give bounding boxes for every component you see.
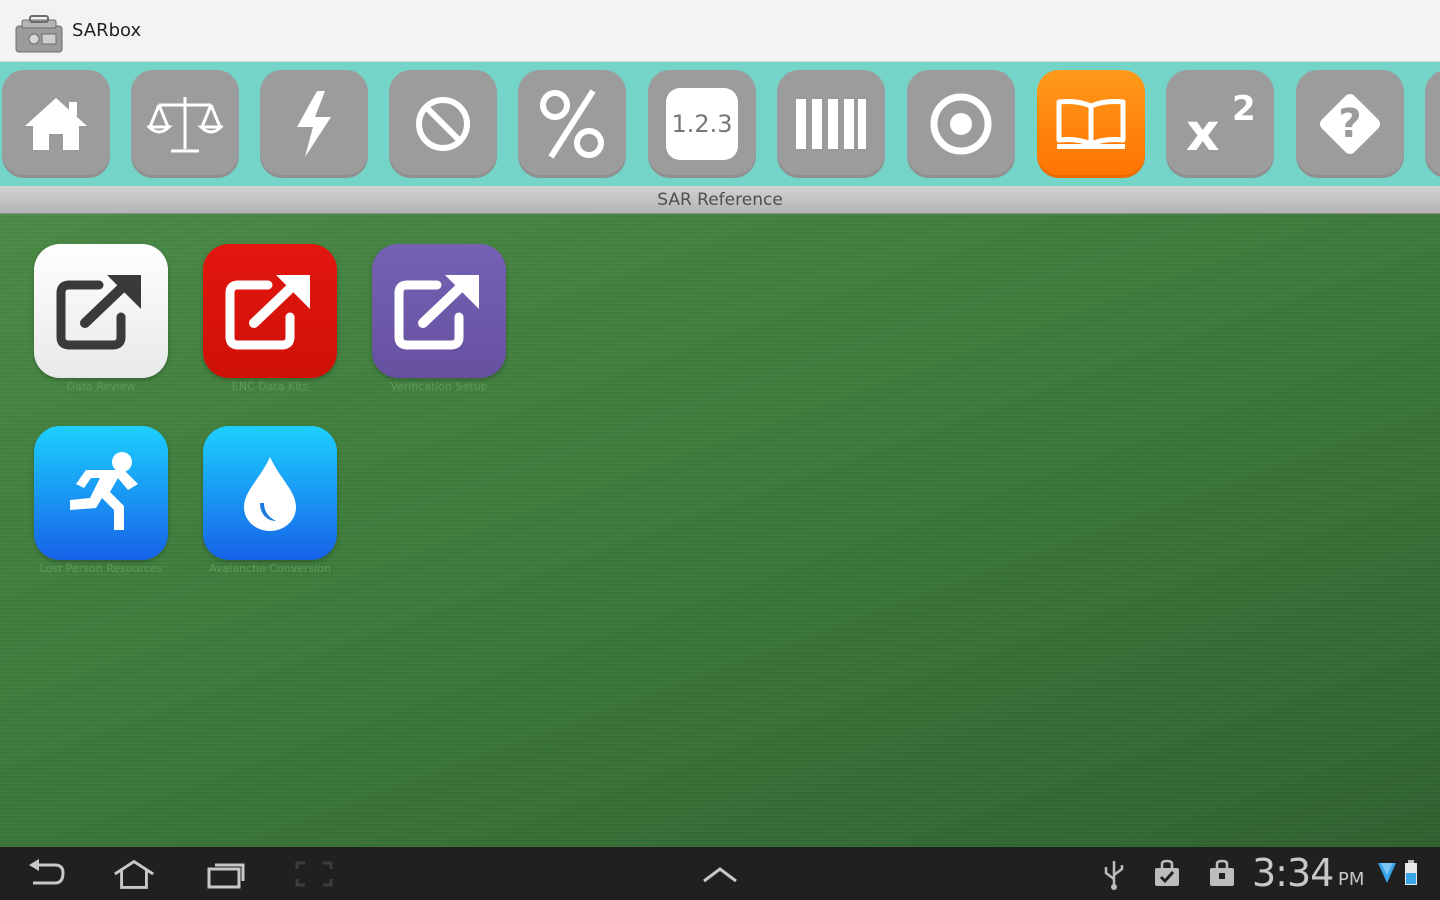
app-label: Data Review bbox=[66, 380, 136, 393]
toolbar-lightning-button[interactable] bbox=[260, 70, 368, 178]
toolbar-prohibited-button[interactable] bbox=[389, 70, 497, 178]
external-link-icon bbox=[225, 275, 310, 350]
toolbar-target-button[interactable] bbox=[907, 70, 1015, 178]
battery-icon bbox=[1403, 859, 1419, 887]
lightning-icon bbox=[297, 91, 331, 157]
x-squared-icon: x 2 bbox=[1180, 87, 1260, 163]
toolbar-exponent-button[interactable]: x 2 bbox=[1166, 70, 1274, 178]
app-label: ENC Data Kits bbox=[231, 380, 309, 393]
clock-ampm: PM bbox=[1338, 869, 1365, 890]
toolbar-more-button[interactable] bbox=[1425, 70, 1440, 178]
app-title: SARbox bbox=[72, 20, 142, 41]
toolbar-bars-button[interactable] bbox=[777, 70, 885, 178]
external-link-icon bbox=[394, 275, 479, 350]
numbers-icon: 1.2.3 bbox=[666, 88, 738, 160]
system-nav-bar: 3:34 PM bbox=[0, 847, 1440, 900]
app-label: Verification Setup bbox=[390, 380, 488, 393]
usb-icon bbox=[1100, 859, 1128, 891]
app-tile-data-review[interactable]: Data Review bbox=[34, 244, 168, 394]
toolbox-icon[interactable] bbox=[12, 12, 70, 56]
external-link-icon bbox=[56, 275, 141, 350]
target-icon bbox=[930, 93, 992, 155]
balance-scale-icon bbox=[147, 97, 223, 153]
toolbar-reference-button[interactable] bbox=[1037, 70, 1145, 178]
chevron-up-icon[interactable] bbox=[698, 857, 742, 891]
running-person-icon bbox=[70, 452, 138, 530]
bars-icon bbox=[796, 99, 866, 149]
app-label: Lost Person Resources bbox=[39, 562, 163, 575]
help-label: ? bbox=[1338, 101, 1362, 147]
wifi-icon bbox=[1376, 859, 1398, 887]
question-diamond-icon: ? bbox=[1315, 89, 1385, 159]
toolbar-home-button[interactable] bbox=[2, 70, 110, 178]
app-tile-avalanche-conversion[interactable]: Avalanche Conversion bbox=[203, 426, 337, 576]
toolbar-help-button[interactable]: ? bbox=[1296, 70, 1404, 178]
app-icon-lost-person-resources[interactable] bbox=[34, 426, 168, 560]
recent-apps-icon[interactable] bbox=[204, 857, 248, 891]
shopping-bag-check-icon bbox=[1152, 859, 1182, 889]
app-icon-avalanche-conversion[interactable] bbox=[203, 426, 337, 560]
app-icon-verification-setup[interactable] bbox=[372, 244, 506, 378]
section-title: SAR Reference bbox=[0, 186, 1440, 214]
app-tile-verification-setup[interactable]: Verification Setup bbox=[372, 244, 506, 394]
toolbar-numbers-button[interactable]: 1.2.3 bbox=[648, 70, 756, 178]
back-icon[interactable] bbox=[24, 857, 68, 891]
app-icon-data-review[interactable] bbox=[34, 244, 168, 378]
exponent-power: 2 bbox=[1232, 89, 1256, 129]
screenshot-icon[interactable] bbox=[292, 857, 336, 891]
title-bar: SARbox bbox=[0, 0, 1440, 62]
shopping-bag-icon bbox=[1207, 859, 1237, 889]
app-tile-enc-data-kits[interactable]: ENC Data Kits bbox=[203, 244, 337, 394]
app-icon-enc-data-kits[interactable] bbox=[203, 244, 337, 378]
water-drop-icon bbox=[244, 457, 296, 531]
book-icon bbox=[1056, 99, 1126, 149]
app-label: Avalanche Conversion bbox=[209, 562, 331, 575]
toolbar-percent-button[interactable] bbox=[518, 70, 626, 178]
clock-time: 3:34 bbox=[1252, 851, 1334, 895]
toolbar-balance-button[interactable] bbox=[131, 70, 239, 178]
app-grid: Data Review ENC Data Kits Verification S… bbox=[0, 214, 1440, 847]
toolbar: 1.2.3 x 2 ? bbox=[0, 62, 1440, 186]
percent-icon bbox=[540, 89, 604, 159]
no-symbol-icon bbox=[416, 97, 470, 151]
home-nav-icon[interactable] bbox=[112, 857, 156, 891]
app-tile-lost-person-resources[interactable]: Lost Person Resources bbox=[34, 426, 168, 576]
home-icon bbox=[25, 98, 87, 150]
exponent-base: x bbox=[1186, 103, 1220, 163]
numbers-label: 1.2.3 bbox=[671, 110, 733, 138]
